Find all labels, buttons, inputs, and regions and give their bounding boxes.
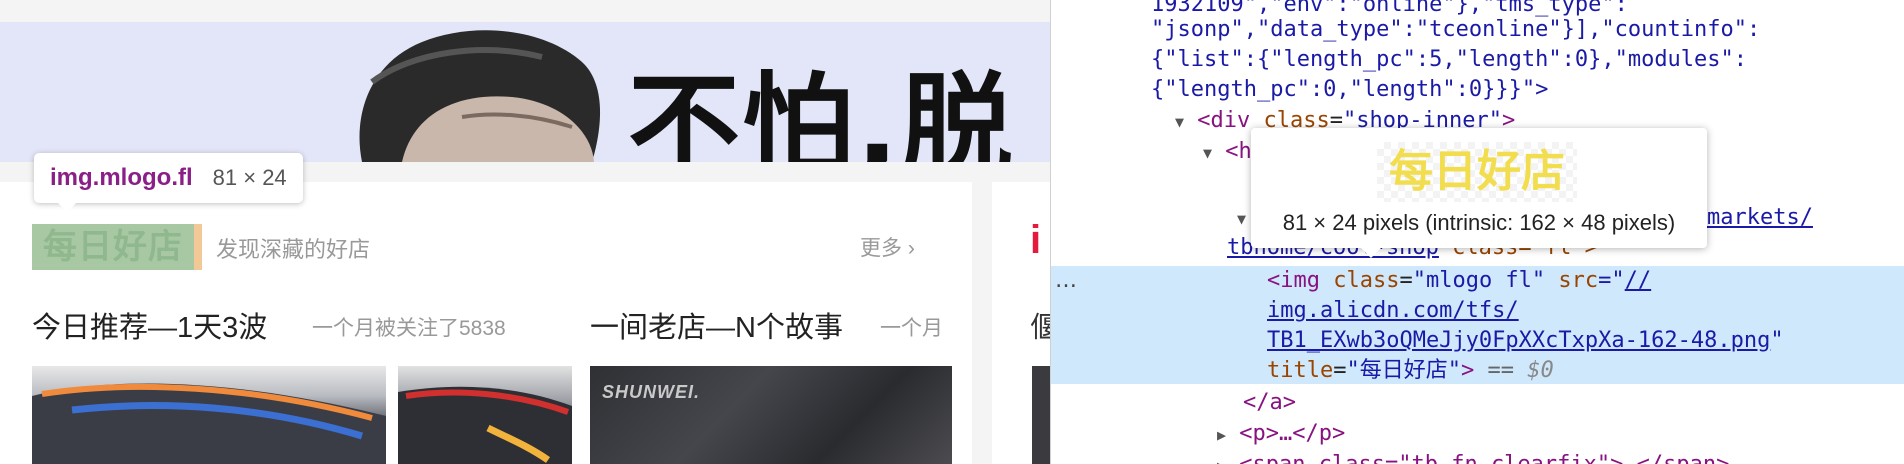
next-column-title-partial: 偃 xyxy=(1030,312,1050,344)
title-line: title="每日好店"> == $0 xyxy=(1267,358,1554,383)
tag-close: > xyxy=(1460,358,1475,383)
src-link[interactable]: TB1_EXwb3oQMeJjy0FpXXcTxpXa-162-48.png xyxy=(1267,328,1770,353)
tag-name: <span class="tb-fn clearfix">…</span> xyxy=(1239,452,1729,464)
next-section-logo-partial: i xyxy=(1030,218,1042,262)
code-line: "jsonp","data_type":"tceonline"}],"count… xyxy=(1151,17,1761,42)
dom-node-a[interactable]: ▼ xyxy=(1237,203,1246,234)
attr-name: src xyxy=(1558,268,1599,293)
dollar-zero: $0 xyxy=(1527,358,1554,383)
attr-value: "每日好店" xyxy=(1346,358,1461,383)
dom-node-span[interactable]: ▶ <span class="tb-fn clearfix">…</span> xyxy=(1217,450,1729,464)
product-photo-4[interactable] xyxy=(1032,366,1050,464)
banner-model-photo xyxy=(359,30,601,162)
dom-node-img[interactable]: <img class="mlogo fl" src="// xyxy=(1267,266,1651,296)
attr-name: title xyxy=(1267,358,1334,383)
product-photo-2[interactable] xyxy=(398,366,572,464)
car-light-graphic xyxy=(398,386,572,464)
expand-triangle-icon[interactable]: ▼ xyxy=(1237,210,1246,228)
href-link[interactable]: markets/ xyxy=(1707,205,1813,230)
expand-triangle-icon[interactable]: ▼ xyxy=(1203,144,1212,162)
dom-node-a-close[interactable]: </a> xyxy=(1243,388,1296,418)
src-line[interactable]: TB1_EXwb3oQMeJjy0FpXXcTxpXa-162-48.png" xyxy=(1267,326,1784,356)
banner-slogan: 不怕,脱 xyxy=(628,62,1015,162)
attr-quote: =" xyxy=(1598,268,1625,293)
tag-name: </a> xyxy=(1243,390,1296,415)
code-text: {"length_pc":0,"length":0}}}"> xyxy=(1151,77,1549,102)
attr-name: class xyxy=(1333,268,1400,293)
expand-triangle-icon[interactable]: ▶ xyxy=(1217,457,1226,464)
product-photo-1[interactable] xyxy=(32,366,386,464)
image-preview-tooltip: 每日好店 81 × 24 pixels (intrinsic: 162 × 48… xyxy=(1251,128,1707,258)
dom-node-h[interactable]: ▼ <h xyxy=(1203,137,1252,168)
tooltip-size: 81 × 24 xyxy=(212,165,287,190)
tag-name: <p>…</p> xyxy=(1239,421,1346,446)
more-link[interactable]: 更多 › xyxy=(860,232,915,262)
expand-triangle-icon[interactable]: ▼ xyxy=(1175,113,1184,131)
element-inspector-tooltip: img.mlogo.fl 81 × 24 xyxy=(34,153,303,212)
src-link[interactable]: img.alicdn.com/tfs/ xyxy=(1267,298,1519,323)
section-subtitle: 发现深藏的好店 xyxy=(216,237,371,262)
tag-name: <div xyxy=(1197,108,1251,133)
preview-dimensions: 81 × 24 pixels (intrinsic: 162 × 48 pixe… xyxy=(1282,210,1676,235)
code-line: {"list":{"length_pc":5,"length":0},"modu… xyxy=(1151,47,1748,72)
tooltip-selector: img.mlogo.fl xyxy=(50,164,193,191)
tag-name: <img xyxy=(1267,268,1320,293)
tag-name: <h xyxy=(1225,139,1252,164)
column-subtitle-today: 一个月被关注了5838 xyxy=(312,317,506,340)
web-page: 不怕,脱 每日好店 发现深藏的好店 更多 › i 今日推荐—1天3波 一个月被关… xyxy=(0,0,1050,464)
product-photo-3[interactable]: SHUNWEI. xyxy=(590,366,952,464)
attr-value: "mlogo fl" xyxy=(1412,268,1546,293)
preview-logo-image: 每日好店 xyxy=(1389,146,1565,197)
daily-shop-logo-text: 每日好店 xyxy=(43,227,183,267)
promo-banner[interactable]: 不怕,脱 xyxy=(0,22,1050,162)
code-line: {"length_pc":0,"length":0}}}"> xyxy=(1151,75,1548,105)
column-title-old-shop[interactable]: 一间老店—N个故事 xyxy=(590,304,843,346)
equals-sign: == xyxy=(1487,358,1514,383)
href-tail[interactable]: markets/ xyxy=(1707,203,1813,233)
expand-triangle-icon[interactable]: ▶ xyxy=(1217,426,1226,444)
car-light-graphic xyxy=(32,383,386,464)
src-line[interactable]: img.alicdn.com/tfs/ xyxy=(1267,296,1519,326)
node-menu-icon[interactable]: … xyxy=(1055,268,1077,293)
attr-quote: " xyxy=(1770,328,1784,353)
photo-watermark: SHUNWEI. xyxy=(602,382,700,402)
column-subtitle-old-shop: 一个月 xyxy=(880,317,943,340)
src-link[interactable]: // xyxy=(1625,268,1652,293)
dom-node-p[interactable]: ▶ <p>…</p> xyxy=(1217,419,1345,450)
column-title-today[interactable]: 今日推荐—1天3波 xyxy=(32,304,267,346)
